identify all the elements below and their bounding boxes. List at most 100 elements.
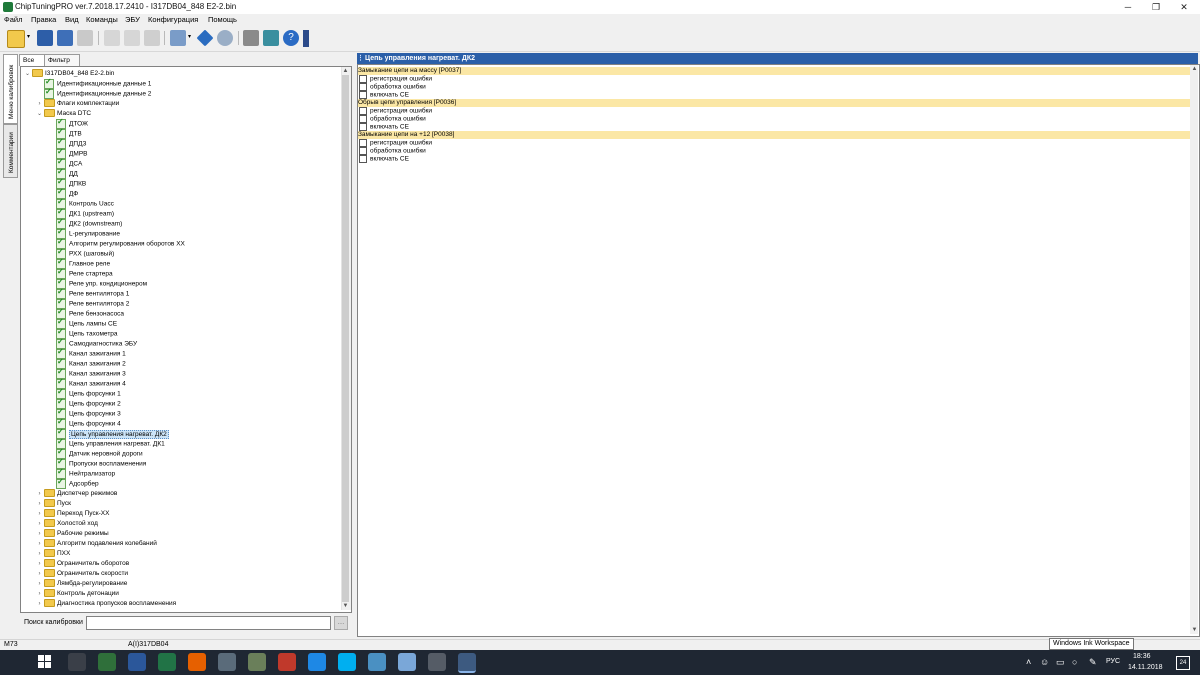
expand-icon[interactable]: › [36,599,43,609]
network-icon[interactable]: ▭ [1056,657,1065,668]
paste-icon[interactable] [124,30,140,46]
cortana-icon[interactable]: ○ [1072,657,1077,667]
minimize-button[interactable]: ─ [1114,0,1142,14]
copy-icon[interactable] [104,30,120,46]
expand-icon[interactable]: › [36,559,43,569]
menu-file[interactable]: Файл [4,15,22,24]
pen-icon[interactable]: ✎ [1089,657,1097,668]
panel-scroll-up-icon[interactable]: ▲ [1190,65,1199,73]
expand-icon[interactable]: › [36,549,43,559]
word-icon[interactable] [128,653,146,671]
tree-item-dtc[interactable]: ДПКВ [48,177,86,189]
checkbox[interactable] [359,83,367,91]
checksum-icon[interactable] [170,30,186,46]
save-icon[interactable] [37,30,53,46]
app-icon[interactable] [218,653,236,671]
language-indicator[interactable]: РУС [1106,658,1120,665]
expand-icon[interactable]: › [36,579,43,589]
expand-icon[interactable]: › [36,489,43,499]
tanks-icon[interactable] [428,653,446,671]
dtc-option[interactable]: регистрация ошибки [359,75,432,83]
expand-icon[interactable]: › [36,99,43,109]
dtc-option[interactable]: обработка ошибки [359,147,426,155]
search-button[interactable]: … [334,616,348,630]
app2-icon[interactable] [248,653,266,671]
expand-icon[interactable]: › [36,569,43,579]
tray-up-icon[interactable]: ˄ [1026,657,1031,667]
tree-item[interactable]: Идентификационные данные 1 [36,77,151,89]
tree-scrollbar-thumb[interactable] [342,75,349,602]
help-icon[interactable]: ? [283,30,299,46]
tree-folder[interactable]: › Ограничитель оборотов [36,559,129,569]
task-view-icon[interactable] [68,653,86,671]
menu-ecu[interactable]: ЭБУ [125,15,140,24]
connect-icon[interactable] [243,30,259,46]
tree-folder[interactable]: › Контроль детонации [36,589,119,599]
search-icon[interactable] [217,30,233,46]
expand-icon[interactable]: › [36,539,43,549]
dtc-option[interactable]: регистрация ошибки [359,139,432,147]
menu-edit[interactable]: Правка [31,15,56,24]
app3-icon[interactable] [278,653,296,671]
firefox-icon[interactable] [188,653,206,671]
tree-folder[interactable]: › Алгоритм подавления колебаний [36,539,157,549]
dropdown-icon[interactable]: ▾ [27,33,30,40]
tree-item-dtc[interactable]: ДПДЗ [48,137,86,149]
tree-folder[interactable]: › Переход Пуск-ХХ [36,509,109,519]
scroll-down-icon[interactable]: ▼ [341,602,350,610]
tree-folder[interactable]: › Пуск [36,499,71,509]
people-icon[interactable]: ☺ [1040,657,1049,667]
checkbox[interactable] [359,107,367,115]
tree-item-dtc[interactable]: ДМРВ [48,147,88,159]
expand-icon[interactable]: › [36,519,43,529]
checkbox[interactable] [359,115,367,123]
menu-configuration[interactable]: Конфигурация [148,15,198,24]
tree-folder[interactable]: › ПХХ [36,549,70,559]
tree-item-dtc[interactable]: ДТВ [48,127,82,139]
skype-icon[interactable] [338,653,356,671]
tab-comments[interactable]: Комментарии [3,124,18,178]
tree-folder[interactable]: › Ограничитель скорости [36,569,128,579]
menu-commands[interactable]: Команды [86,15,118,24]
edge-icon[interactable] [308,653,326,671]
expand-icon[interactable]: › [36,509,43,519]
tree-item[interactable]: › Флаги комплектации [36,99,119,109]
search-input[interactable] [86,616,331,630]
notepad-icon[interactable] [398,653,416,671]
menu-help[interactable]: Помощь [208,15,237,24]
dtc-option[interactable]: обработка ошибки [359,115,426,123]
tree-item[interactable]: Идентификационные данные 2 [36,87,151,99]
checkbox[interactable] [359,139,367,147]
open-folder-icon[interactable] [7,30,25,48]
start-button[interactable] [38,655,52,669]
calculator-icon[interactable] [98,653,116,671]
tree-item-dtc[interactable]: ДСА [48,157,82,169]
checkbox[interactable] [359,75,367,83]
tree-item-dtc[interactable]: Адсорбер [48,477,99,489]
tree-folder[interactable]: › Рабочие режимы [36,529,109,539]
checkbox[interactable] [359,91,367,99]
tree-folder[interactable]: › Лямбда-регулирование [36,579,127,589]
save-as-icon[interactable] [57,30,73,46]
dtc-option[interactable]: включать CE [359,91,409,99]
checkbox[interactable] [359,155,367,163]
expand-icon[interactable]: › [36,529,43,539]
tab-filter[interactable]: Фильтр [44,54,80,66]
clock-date[interactable]: 14.11.2018 [1128,664,1163,671]
expand-icon[interactable]: › [36,589,43,599]
chiptuning-icon[interactable] [458,653,476,673]
checkbox[interactable] [359,147,367,155]
maximize-button[interactable]: ❐ [1142,0,1170,14]
app4-icon[interactable] [368,653,386,671]
notification-icon[interactable]: 24 [1176,656,1190,670]
flash-icon[interactable] [263,30,279,46]
scroll-up-icon[interactable]: ▲ [341,67,350,75]
tree-folder[interactable]: › Диспетчер режимов [36,489,117,499]
tree-item-dtc[interactable]: Цепь управления нагреват. ДК1 [48,437,165,449]
dtc-option[interactable]: включать CE [359,123,409,131]
panel-scrollbar[interactable] [1190,65,1198,634]
excel-icon[interactable] [158,653,176,671]
tree-root[interactable]: ⌄ I317DB04_848 E2-2.bin [24,69,114,79]
tree-folder[interactable]: › Холостой ход [36,519,98,529]
tree-item-dtc[interactable]: Алгоритм регулирования оборотов ХХ [48,237,185,249]
